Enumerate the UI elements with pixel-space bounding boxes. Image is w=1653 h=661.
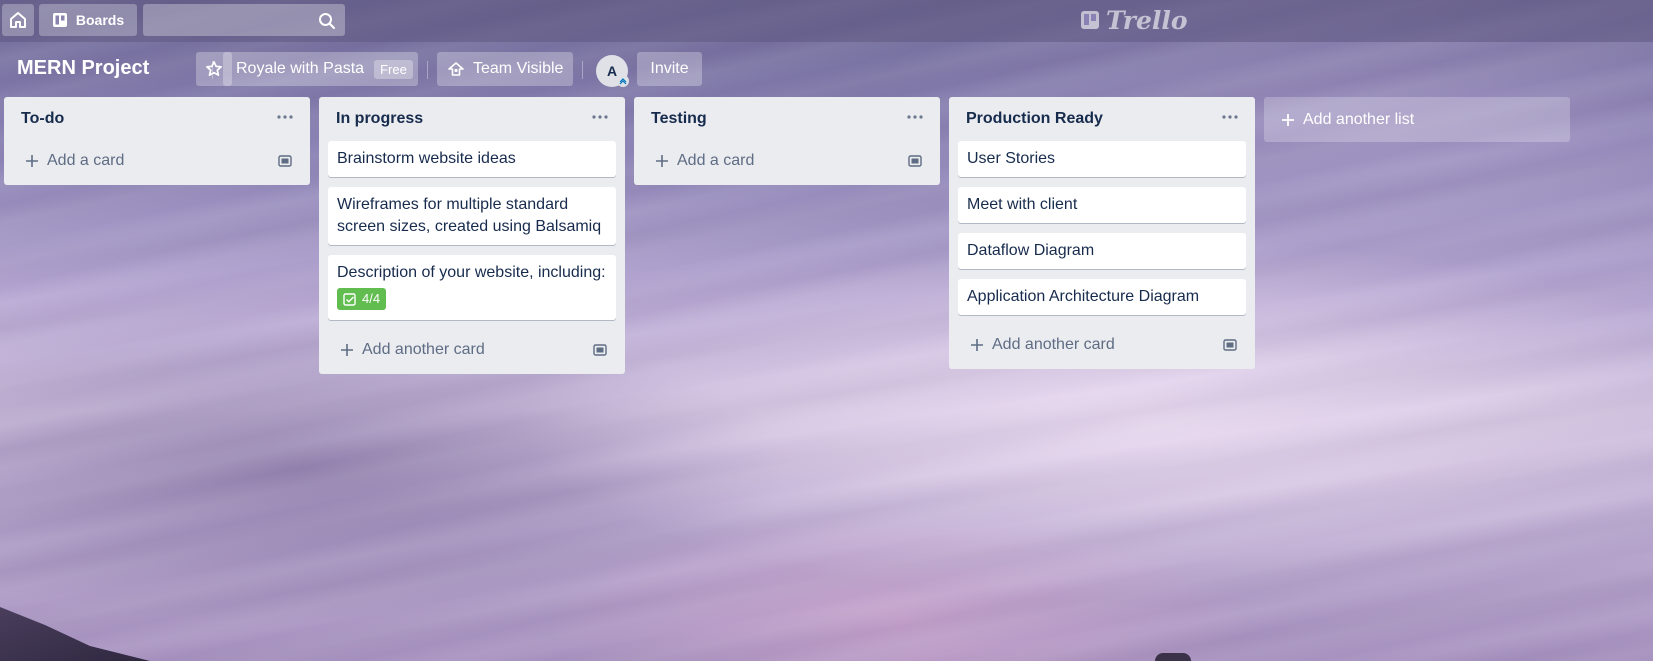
add-card-label: Add a card bbox=[47, 152, 125, 169]
team-icon bbox=[448, 62, 464, 76]
list-to-do: To-do Add a card bbox=[4, 97, 310, 185]
checklist-count: 4/4 bbox=[362, 291, 381, 306]
add-card-button[interactable]: Add a card bbox=[8, 141, 306, 181]
header-divider bbox=[212, 61, 213, 79]
trello-logo-icon bbox=[1081, 11, 1099, 29]
list-title[interactable]: Testing bbox=[651, 110, 707, 128]
boards-label: Boards bbox=[75, 12, 125, 28]
card[interactable]: Wireframes for multiple standard screen … bbox=[328, 187, 616, 245]
plus-icon bbox=[1282, 113, 1294, 126]
top-header: Boards Trello bbox=[0, 0, 1653, 42]
more-options-icon[interactable] bbox=[272, 107, 298, 127]
star-icon bbox=[206, 60, 222, 77]
list-title[interactable]: Production Ready bbox=[966, 110, 1103, 128]
plus-icon bbox=[971, 339, 983, 351]
checklist-badge: 4/4 bbox=[337, 288, 387, 310]
invite-label: Invite bbox=[650, 60, 689, 77]
card[interactable]: Meet with client bbox=[958, 187, 1246, 223]
home-button[interactable] bbox=[2, 4, 34, 36]
logo-text: Trello bbox=[1106, 5, 1188, 35]
checklist-icon bbox=[343, 292, 356, 306]
add-card-label: Add a card bbox=[677, 152, 755, 169]
list-in-progress: In progress Brainstorm website ideas Wir… bbox=[319, 97, 625, 374]
board-title[interactable]: MERN Project bbox=[17, 57, 149, 80]
list-testing: Testing Add a card bbox=[634, 97, 940, 185]
more-options-icon[interactable] bbox=[1217, 107, 1243, 127]
card-title: Application Architecture Diagram bbox=[967, 288, 1200, 305]
card-title: User Stories bbox=[967, 150, 1056, 167]
card[interactable]: User Stories bbox=[958, 141, 1246, 177]
card-title: Dataflow Diagram bbox=[967, 242, 1095, 259]
card-template-icon[interactable] bbox=[592, 342, 608, 358]
boards-button[interactable]: Boards bbox=[39, 4, 137, 36]
plus-icon bbox=[26, 155, 38, 167]
plus-icon bbox=[656, 155, 668, 167]
visibility-label: Team Visible bbox=[473, 60, 564, 77]
add-card-label: Add another card bbox=[992, 336, 1115, 353]
header-divider bbox=[582, 61, 583, 79]
card[interactable]: Dataflow Diagram bbox=[958, 233, 1246, 269]
admin-badge-icon bbox=[617, 75, 629, 87]
trello-logo[interactable]: Trello bbox=[1080, 5, 1188, 35]
add-card-label: Add another card bbox=[362, 340, 485, 358]
list-title[interactable]: To-do bbox=[21, 110, 64, 128]
search-icon[interactable] bbox=[318, 12, 336, 30]
list-header: In progress bbox=[319, 97, 625, 141]
card[interactable]: Brainstorm website ideas bbox=[328, 141, 616, 177]
more-options-icon[interactable] bbox=[587, 107, 613, 127]
list-header: To-do bbox=[4, 97, 310, 141]
boards-icon bbox=[52, 13, 67, 27]
add-card-button[interactable]: Add another card bbox=[323, 330, 621, 370]
card[interactable]: Application Architecture Diagram bbox=[958, 279, 1246, 315]
visibility-button[interactable]: Team Visible bbox=[437, 52, 573, 86]
team-name-button[interactable]: Royale with Pasta Free bbox=[223, 52, 418, 86]
add-card-button[interactable]: Add a card bbox=[638, 141, 936, 181]
plus-icon bbox=[341, 343, 353, 356]
card-template-icon[interactable] bbox=[907, 153, 923, 169]
header-divider bbox=[427, 61, 428, 79]
list-header: Production Ready bbox=[949, 97, 1255, 141]
avatar-initial: A bbox=[606, 63, 618, 79]
list-header: Testing bbox=[634, 97, 940, 141]
more-options-icon[interactable] bbox=[902, 107, 928, 127]
team-name: Royale with Pasta bbox=[236, 60, 365, 77]
list-title[interactable]: In progress bbox=[336, 110, 423, 128]
add-list-button[interactable]: Add another list bbox=[1264, 97, 1570, 142]
background-mountain bbox=[0, 607, 150, 661]
search-input[interactable] bbox=[143, 4, 345, 36]
list-production-ready: Production Ready User Stories Meet with … bbox=[949, 97, 1255, 369]
search-box[interactable] bbox=[143, 4, 345, 36]
add-card-button[interactable]: Add another card bbox=[953, 325, 1251, 365]
card-title: Description of your website, including: bbox=[337, 264, 606, 281]
card-title: Wireframes for multiple standard screen … bbox=[337, 196, 602, 235]
background-rock bbox=[1155, 653, 1191, 661]
add-list-label: Add another list bbox=[1303, 110, 1415, 128]
home-icon bbox=[10, 12, 26, 28]
card[interactable]: Description of your website, including: … bbox=[328, 255, 616, 320]
card-title: Brainstorm website ideas bbox=[337, 150, 516, 167]
invite-button[interactable]: Invite bbox=[637, 52, 702, 86]
card-template-icon[interactable] bbox=[277, 153, 293, 169]
plan-badge: Free bbox=[374, 59, 413, 79]
card-template-icon[interactable] bbox=[1222, 337, 1238, 353]
card-title: Meet with client bbox=[967, 196, 1078, 213]
